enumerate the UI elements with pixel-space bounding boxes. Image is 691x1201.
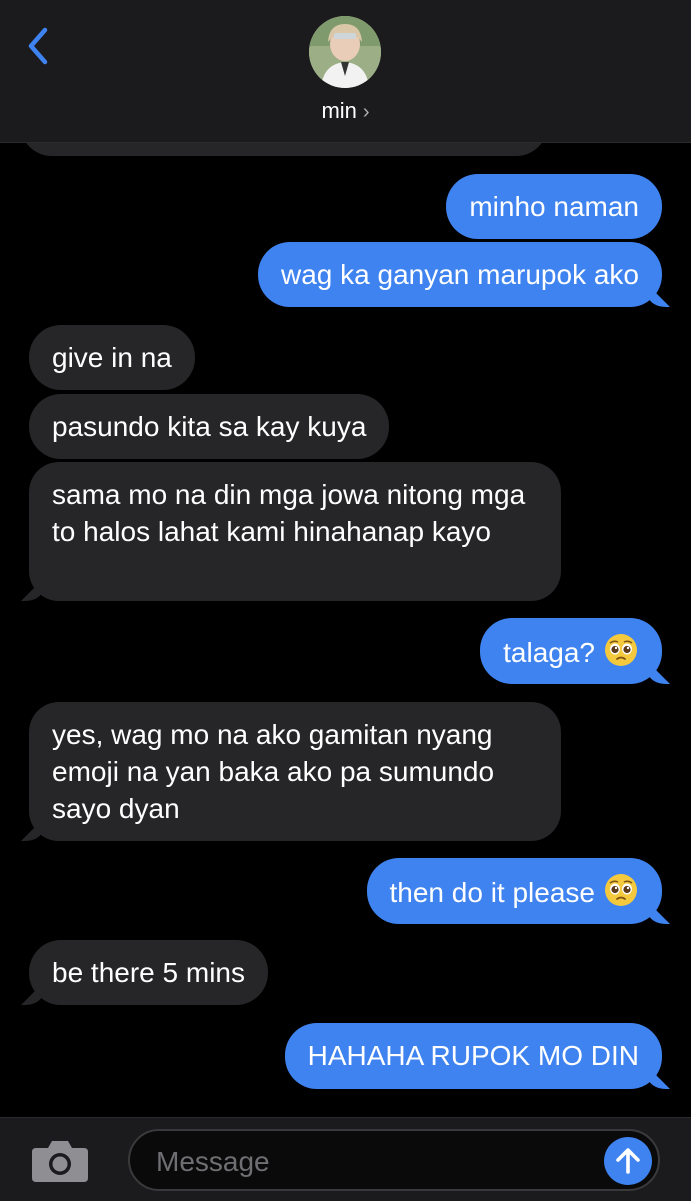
conversation-header: min › (0, 0, 691, 143)
message-text: sama mo na din mga jowa nitong mga to ha… (52, 479, 526, 547)
message-text: wag ka ganyan marupok ako (281, 259, 639, 290)
message-text: HAHAHA RUPOK MO DIN (307, 1040, 639, 1071)
message-text: yes, wag mo na ako gamitan nyang emoji n… (52, 719, 495, 824)
partial-message-bubble (20, 142, 548, 156)
message-text: pasundo kita sa kay kuya (52, 411, 367, 442)
contact-name-text: min (321, 98, 357, 123)
message-bubble-incoming[interactable]: sama mo na din mga jowa nitong mga to ha… (29, 462, 561, 601)
message-text: minho naman (469, 191, 639, 222)
message-text: be there 5 mins (52, 957, 245, 988)
compose-bar (0, 1117, 691, 1201)
message-text: talaga? (503, 636, 595, 668)
message-input-box[interactable] (128, 1129, 660, 1191)
avatar-image (309, 16, 381, 88)
camera-button[interactable] (30, 1136, 90, 1184)
message-bubble-outgoing[interactable]: minho naman (446, 174, 662, 239)
message-input[interactable] (154, 1141, 598, 1183)
message-thread: minho naman wag ka ganyan marupok ako gi… (0, 142, 691, 1117)
back-chevron-icon (28, 27, 48, 65)
message-bubble-incoming[interactable]: yes, wag mo na ako gamitan nyang emoji n… (29, 702, 561, 841)
message-bubble-incoming[interactable]: give in na (29, 325, 195, 390)
pleading-face-emoji (603, 632, 639, 677)
message-bubble-outgoing[interactable]: wag ka ganyan marupok ako (258, 242, 662, 307)
send-button[interactable] (604, 1137, 652, 1185)
pleading-face-emoji (603, 872, 639, 917)
send-arrow-icon (616, 1148, 640, 1174)
message-text: then do it please (389, 876, 596, 908)
chevron-right-icon: › (362, 101, 370, 123)
message-bubble-outgoing[interactable]: talaga? (480, 618, 662, 684)
message-bubble-outgoing[interactable]: HAHAHA RUPOK MO DIN (284, 1023, 662, 1089)
camera-icon (32, 1141, 88, 1182)
back-button[interactable] (18, 22, 58, 70)
contact-name[interactable]: min › (0, 98, 691, 124)
message-bubble-incoming[interactable]: be there 5 mins (29, 940, 268, 1005)
message-bubble-incoming[interactable]: pasundo kita sa kay kuya (29, 394, 390, 459)
message-bubble-outgoing[interactable]: then do it please (366, 858, 662, 924)
message-text: give in na (52, 342, 172, 373)
contact-avatar[interactable] (309, 16, 381, 88)
